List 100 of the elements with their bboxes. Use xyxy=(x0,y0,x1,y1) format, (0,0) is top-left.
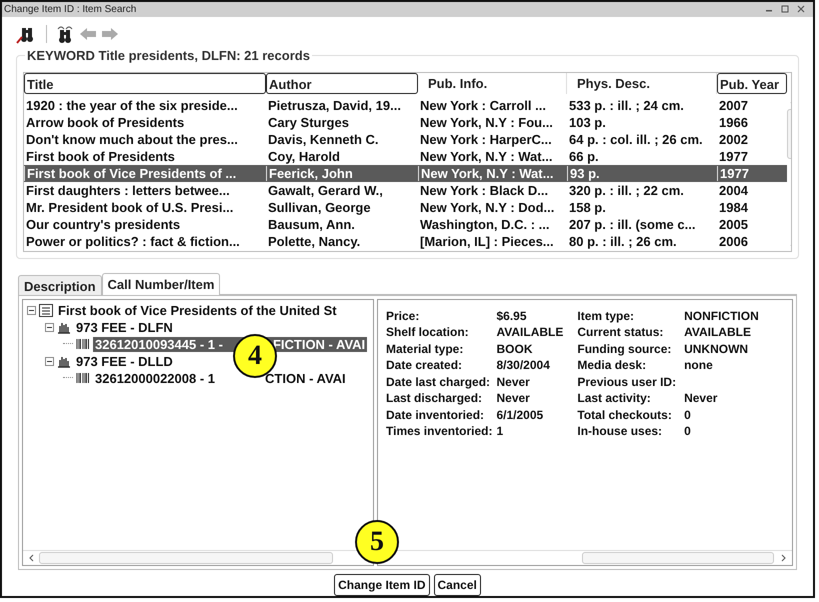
table-cell-text: 1920 : the year of the six preside... xyxy=(25,98,239,113)
maximize-icon[interactable] xyxy=(781,5,789,14)
table-cell-text: Washington, D.C. : ... xyxy=(419,216,551,232)
table-cell-text: 1966 xyxy=(718,114,749,130)
column-header[interactable]: Pub. Info. xyxy=(418,72,567,94)
field-label: Price: xyxy=(386,308,420,324)
field-label: Times inventoried: xyxy=(386,423,492,440)
result-row[interactable]: Mr. President book of U.S. Presi... Sullivan, George New York, N.Y : Dod... 158 p. 1984 xyxy=(24,198,787,216)
table-cell-text: 320 p. : ill. ; 22 cm. xyxy=(568,182,685,198)
table-cell-text: Sullivan, George xyxy=(267,200,372,215)
table-cell-text: 158 p. xyxy=(568,200,607,215)
field-label: Total checkouts: xyxy=(577,406,673,424)
field-value: 0 xyxy=(684,423,692,440)
binoculars-icon[interactable] xyxy=(55,24,75,44)
result-row[interactable]: Arrow book of Presidents Cary Sturges New York, N.Y : Fou... 103 p. 1966 xyxy=(24,114,787,131)
dialog-button[interactable]: Change Item ID xyxy=(334,574,430,596)
column-header[interactable]: Author xyxy=(266,72,418,94)
collapse-icon[interactable] xyxy=(45,356,54,366)
field-label: Date created: xyxy=(386,357,464,374)
table-cell-text: Our country's presidents xyxy=(25,216,182,232)
field-label: Funding source: xyxy=(577,340,672,358)
table-cell-text: First daughters : letters betwee... xyxy=(25,182,231,198)
table-cell-text: Power or politics? : fact & fiction... xyxy=(25,234,241,249)
table-cell: Feerick, John xyxy=(266,166,418,181)
table-cell-text: New York : Carroll ... xyxy=(419,98,547,113)
field-value: 0 xyxy=(684,406,692,424)
table-cell-text: 103 p. xyxy=(568,114,607,130)
table-cell-text: New York, N.Y : Dod... xyxy=(419,200,556,215)
table-cell-text: 80 p. : ill. ; 26 cm. xyxy=(568,234,678,249)
result-row[interactable]: Power or politics? : fact & fiction... Polette, Nancy. [Marion, IL] : Pieces... 80 p. : ill. ; 26 cm. 2006 xyxy=(24,232,787,250)
field-label: Date inventoried: xyxy=(386,406,486,424)
result-row[interactable]: Don't know much about the pres... Davis, Kenneth C. New York : HarperC... 64 p. : col. ill. ; 26 cm. 2002 xyxy=(24,130,787,148)
field-value: Never xyxy=(496,390,531,407)
result-row[interactable]: 1920 : the year of the six preside... Pietrusza, David, 19... New York : Carroll ... 533 p. : ill. ; 24 cm. 2007 xyxy=(24,96,787,114)
field-value: AVAILABLE xyxy=(684,324,752,341)
table-cell-text: [Marion, IL] : Pieces... xyxy=(419,234,555,249)
barcode-icon xyxy=(76,338,90,350)
table-cell: First book of Vice Presidents of ... xyxy=(24,166,266,181)
tab[interactable]: Description xyxy=(18,274,102,295)
record-icon xyxy=(39,304,53,317)
table-cell-text: Mr. President book of U.S. Presi... xyxy=(25,200,234,215)
field-label: Item type: xyxy=(577,308,636,324)
field-value: 8/30/2004 xyxy=(496,357,551,374)
table-cell-text: 1977 xyxy=(718,148,749,164)
field-label: Media desk: xyxy=(577,357,648,374)
scroll-right-icon[interactable] xyxy=(780,553,788,564)
books-icon xyxy=(57,320,71,334)
column-header[interactable]: Pub. Year xyxy=(717,72,787,94)
field-value: 6/1/2005 xyxy=(496,406,544,424)
table-cell-text: 1984 xyxy=(718,200,749,215)
field-value: Never xyxy=(684,390,718,407)
result-row[interactable]: Our country's presidents Bausum, Ann. Washington, D.C. : ... 207 p. : ill. (some c... 2005 xyxy=(24,216,787,233)
table-cell-text: First book of Presidents xyxy=(25,148,176,164)
field-label: Last activity: xyxy=(577,390,652,407)
tree-item[interactable]: 973 FEE - DLFN xyxy=(74,320,175,335)
results-title: KEYWORD Title presidents, DLFN: 21 records xyxy=(25,48,312,63)
table-cell-text: Davis, Kenneth C. xyxy=(267,132,380,147)
books-icon xyxy=(57,354,71,368)
field-label: In-house uses: xyxy=(577,423,664,440)
table-cell: 93 p. xyxy=(567,166,717,181)
table-cell-text: New York, N.Y : Wat... xyxy=(419,148,554,164)
collapse-icon[interactable] xyxy=(45,322,54,332)
field-value: Never xyxy=(496,374,531,390)
table-cell-text: New York : HarperC... xyxy=(419,132,553,147)
tab[interactable]: Call Number/Item xyxy=(102,272,220,296)
result-row[interactable]: First book of Vice Presidents of ... Feerick, John New York, N.Y : Wat... 93 p. 1977 xyxy=(24,164,787,182)
table-cell-text: Don't know much about the pres... xyxy=(25,132,239,147)
table-cell-text: New York : Black D... xyxy=(419,182,550,198)
field-value: BOOK xyxy=(496,340,534,358)
field-label: Shelf location: xyxy=(386,324,470,341)
table-cell-text: 66 p. xyxy=(568,148,600,164)
field-value: NONFICTION xyxy=(684,308,759,324)
column-header[interactable]: Phys. Desc. xyxy=(567,72,717,94)
field-label: Last discharged: xyxy=(386,390,484,407)
table-cell-text: 533 p. : ill. ; 24 cm. xyxy=(568,98,685,113)
field-value: none xyxy=(684,357,714,374)
scroll-thumb[interactable] xyxy=(39,552,333,564)
table-cell: New York, N.Y : Wat... xyxy=(418,166,567,181)
table-cell-text: 2006 xyxy=(718,234,749,249)
result-row[interactable]: First book of Presidents Coy, Harold New York, N.Y : Wat... 66 p. 1977 xyxy=(24,148,787,165)
field-label: Date last charged: xyxy=(386,374,492,390)
field-value: 1 xyxy=(496,423,504,440)
scroll-thumb[interactable] xyxy=(582,552,774,564)
close-icon[interactable] xyxy=(797,5,805,14)
field-value: AVAILABLE xyxy=(496,324,564,341)
tree-item[interactable]: 973 FEE - DLLD xyxy=(74,354,175,369)
table-cell-text: Polette, Nancy. xyxy=(267,234,362,249)
scroll-left-icon[interactable] xyxy=(27,553,35,564)
tree-item[interactable]: First book of Vice Presidents of the United St xyxy=(56,302,339,318)
table-cell-text: Pietrusza, David, 19... xyxy=(267,98,402,113)
field-label: Current status: xyxy=(577,324,664,341)
collapse-icon[interactable] xyxy=(27,306,36,315)
table-cell-text: Cary Sturges xyxy=(267,114,350,130)
table-cell-text: 2007 xyxy=(718,98,749,113)
column-header[interactable]: Title xyxy=(24,72,266,94)
dialog-button[interactable]: Cancel xyxy=(434,574,481,596)
table-cell-text: Bausum, Ann. xyxy=(267,216,356,232)
result-row[interactable]: First daughters : letters betwee... Gawalt, Gerard W., New York : Black D... 320 p. : ill. ; 22 cm. 2004 xyxy=(24,182,787,199)
table-cell-text: 207 p. : ill. (some c... xyxy=(568,216,696,232)
step-callout: 5 xyxy=(355,520,399,564)
